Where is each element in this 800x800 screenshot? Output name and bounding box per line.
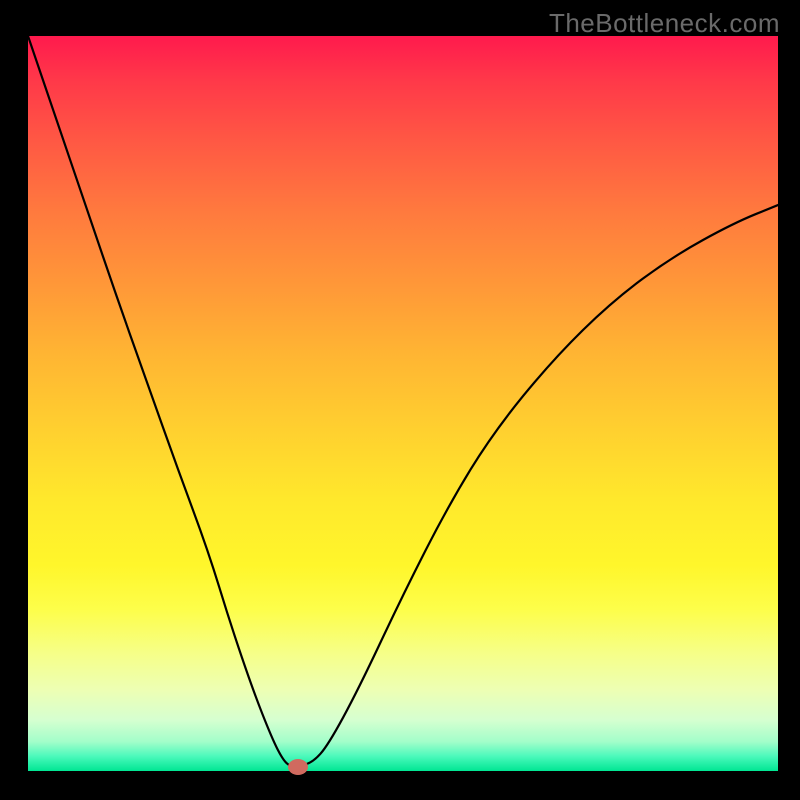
curve-line bbox=[28, 36, 778, 767]
optimal-point-marker bbox=[288, 759, 308, 775]
watermark-text: TheBottleneck.com bbox=[549, 8, 780, 39]
bottleneck-curve bbox=[28, 36, 778, 771]
chart-plot-area bbox=[28, 36, 778, 771]
